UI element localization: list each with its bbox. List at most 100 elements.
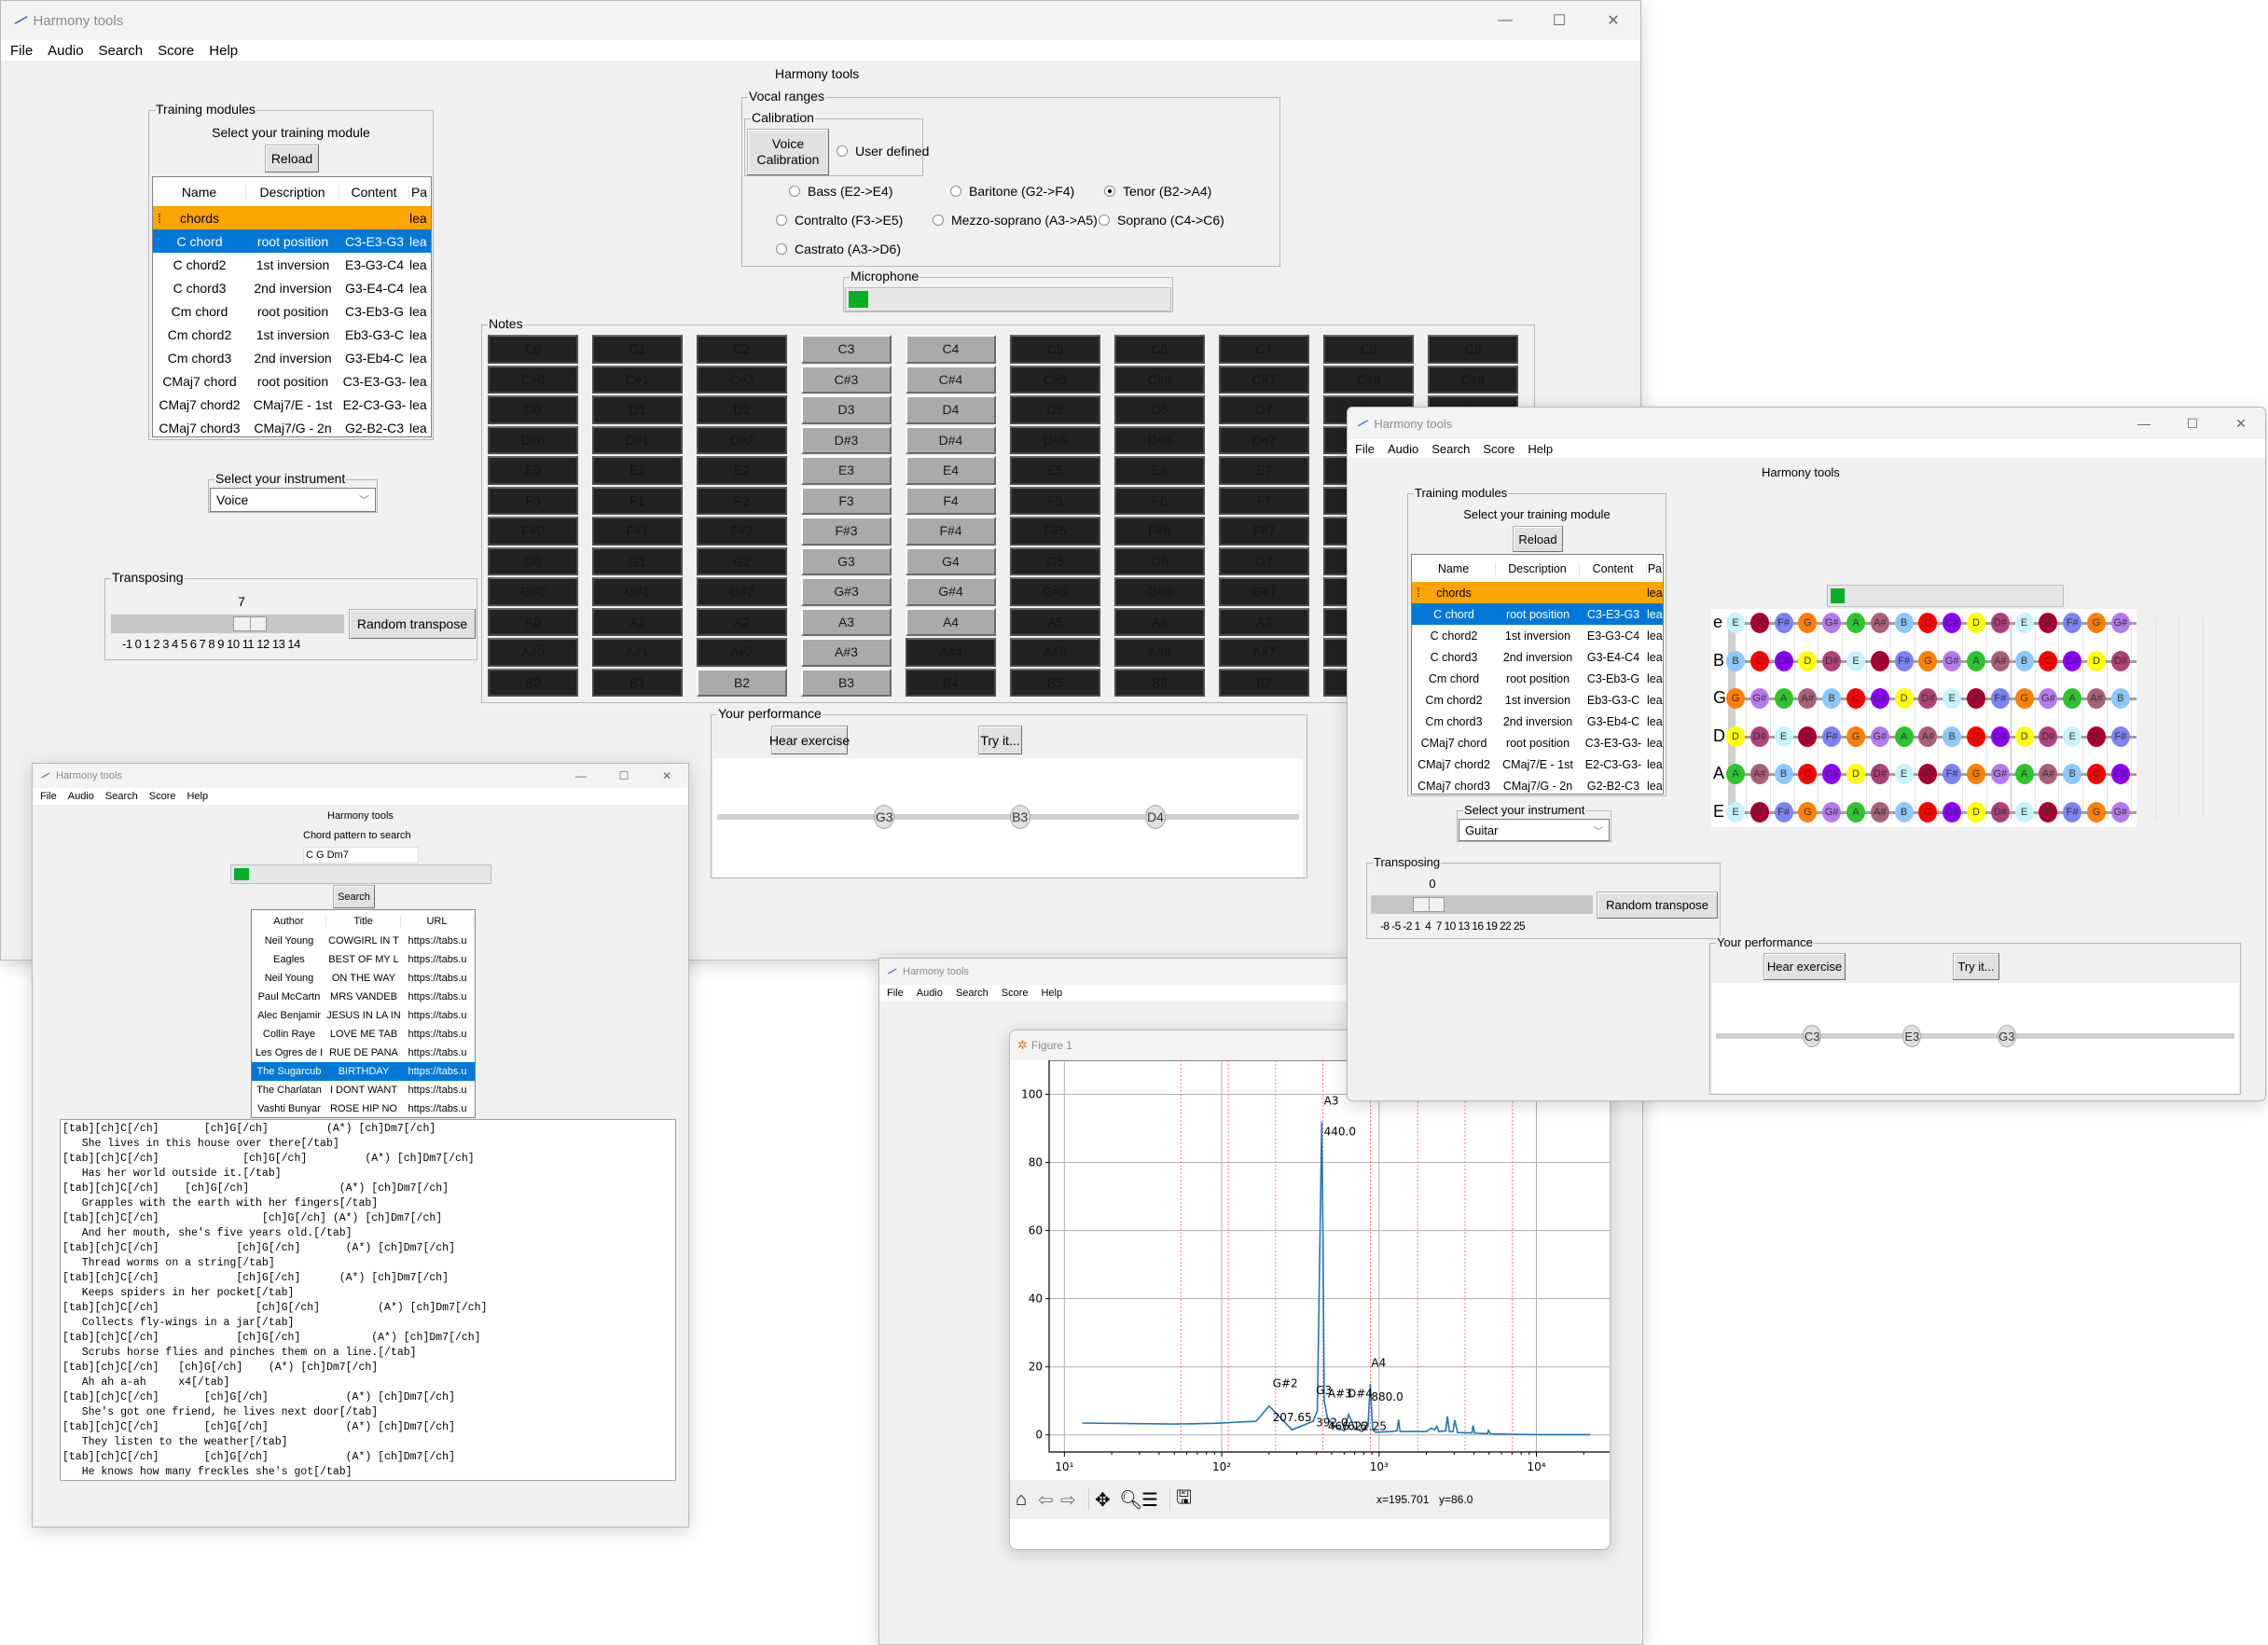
fret-note-fs[interactable]: F# [1990,688,2010,709]
note-button-c4[interactable]: C4 [906,335,996,364]
column-header[interactable]: Content [339,184,409,200]
note-button-g5[interactable]: G5 [1010,546,1100,575]
fret-note-d[interactable]: D [1846,764,1865,784]
note-button-cs0[interactable]: C#0 [488,365,578,394]
table-row[interactable]: Cm chord2 1st inversion Eb3-G3-C lea [153,323,431,346]
fret-note-g[interactable]: G [1846,726,1865,747]
fret-note-as[interactable]: A# [1918,726,1938,747]
fret-note-ds[interactable]: D# [1749,726,1769,747]
random-transpose-button[interactable]: Random transpose [1597,892,1718,919]
fret-note-fs[interactable]: F# [1774,801,1793,822]
transpose-slider[interactable] [1371,895,1593,914]
radio-baritone[interactable]: Baritone (G2->F4) [950,184,1074,199]
note-button-fs6[interactable]: F#6 [1114,517,1205,546]
menu-audio[interactable]: Audio [68,791,94,802]
note-button-a6[interactable]: A6 [1114,607,1205,636]
table-row[interactable]: CMaj7 chord3 CMaj7/G - 2n G2-B2-C3 lea [1412,775,1663,794]
note-button-cs8[interactable]: C#8 [1323,365,1414,394]
menu-file[interactable]: File [40,791,57,802]
table-row[interactable]: Cm chord3 2nd inversion G3-Eb4-C lea [153,346,431,369]
transpose-slider-thumb[interactable] [232,616,267,631]
note-button-cs5[interactable]: C#5 [1010,365,1100,394]
chord-pattern-input[interactable] [303,847,419,864]
fret-note-d[interactable]: D [2087,650,2106,671]
fret-note-c[interactable]: C [1967,726,1985,747]
fret-note-f[interactable]: F [2039,613,2058,633]
tree-expand-icon[interactable]: ⁞ [1416,587,1421,600]
minimize-button[interactable]: — [2120,416,2168,431]
fret-note-as[interactable]: A# [1749,764,1769,784]
menu-file[interactable]: File [887,988,904,999]
note-button-g2[interactable]: G2 [697,546,787,575]
fret-note-g[interactable]: G [1967,764,1985,784]
note-button-c1[interactable]: C1 [592,335,683,364]
fret-note-d[interactable]: D [1798,650,1818,671]
note-button-gs7[interactable]: G#7 [1219,577,1309,606]
fret-note-gs[interactable]: G# [2039,688,2058,709]
note-button-e5[interactable]: E5 [1010,456,1100,485]
table-row[interactable]: CMaj7 chord root position C3-E3-G3- lea [153,369,431,393]
fret-note-b[interactable]: B [1774,764,1793,784]
menu-search[interactable]: Search [956,988,989,999]
transpose-slider-thumb[interactable] [1412,897,1445,912]
table-row[interactable]: Collin Raye LOVE ME TAB https://tabs.u [252,1025,475,1044]
note-button-f6[interactable]: F6 [1114,486,1205,515]
note-button-c0[interactable]: C0 [488,335,578,364]
fret-note-d[interactable]: D [1967,613,1985,633]
note-button-b0[interactable]: B0 [488,668,578,697]
note-button-f3[interactable]: F3 [801,486,892,515]
note-button-a3[interactable]: A3 [801,607,892,636]
column-header[interactable]: Description [246,184,339,200]
note-button-c3[interactable]: C3 [801,335,892,364]
fret-note-ds[interactable]: D# [2110,650,2130,671]
menu-help[interactable]: Help [1528,442,1553,456]
note-button-gs4[interactable]: G#4 [906,577,996,606]
note-button-a1[interactable]: A1 [592,607,683,636]
fret-note-c[interactable]: C [1918,801,1938,822]
fret-note-f[interactable]: F [1918,764,1938,784]
note-button-f7[interactable]: F7 [1219,486,1309,515]
column-header[interactable]: Name [153,184,246,200]
note-button-f2[interactable]: F2 [697,486,787,515]
note-button-e4[interactable]: E4 [906,456,996,485]
note-button-d4[interactable]: D4 [906,395,996,424]
fret-note-f[interactable]: F [1967,688,1985,709]
note-button-a0[interactable]: A0 [488,607,578,636]
note-button-gs0[interactable]: G#0 [488,577,578,606]
fret-note-a[interactable]: A [1774,688,1793,709]
radio-bass[interactable]: Bass (E2->E4) [789,184,892,199]
fret-note-fs[interactable]: F# [1943,764,1962,784]
note-button-e6[interactable]: E6 [1114,456,1205,485]
fret-note-g[interactable]: G [1726,688,1745,709]
note-button-ds3[interactable]: D#3 [801,425,892,454]
fret-note-g[interactable]: G [1798,801,1818,822]
menu-help[interactable]: Help [187,791,208,802]
minimize-button[interactable]: — [1478,12,1532,29]
fret-note-ds[interactable]: D# [1822,650,1842,671]
note-button-f0[interactable]: F0 [488,486,578,515]
table-row[interactable]: Les Ogres de I RUE DE PANA https://tabs.u [252,1044,475,1062]
menu-score[interactable]: Score [1483,442,1514,456]
note-button-d7[interactable]: D7 [1219,395,1309,424]
note-button-as0[interactable]: A#0 [488,638,578,667]
fret-note-as[interactable]: A# [2039,764,2058,784]
user-defined-radio[interactable]: User defined [837,144,929,159]
table-row[interactable]: chords lea ⁞ [1412,582,1663,603]
note-button-fs3[interactable]: F#3 [801,517,892,546]
note-button-ds5[interactable]: D#5 [1010,425,1100,454]
note-button-d6[interactable]: D6 [1114,395,1205,424]
fret-note-cs[interactable]: C# [1870,688,1889,709]
fret-note-gs[interactable]: G# [1990,764,2010,784]
fret-note-cs[interactable]: C# [1774,650,1793,671]
fret-note-g[interactable]: G [1798,613,1818,633]
fret-note-e[interactable]: E [1846,650,1865,671]
instrument-select[interactable]: Voice ﹀ [210,488,376,512]
fret-note-c[interactable]: C [1846,688,1865,709]
fret-note-a[interactable]: A [1726,764,1745,784]
spectrum-chart[interactable]: 0 20 40 60 80 100 10¹ 10² 10³ 10⁴ A3 440.0 G#2 207.65… [1010,1060,1611,1480]
fret-note-cs[interactable]: C# [1943,801,1962,822]
note-button-d0[interactable]: D0 [488,395,578,424]
search-button[interactable]: Search [333,885,375,908]
note-button-as2[interactable]: A#2 [697,638,787,667]
tree-expand-icon[interactable]: ⁞ [157,211,162,226]
